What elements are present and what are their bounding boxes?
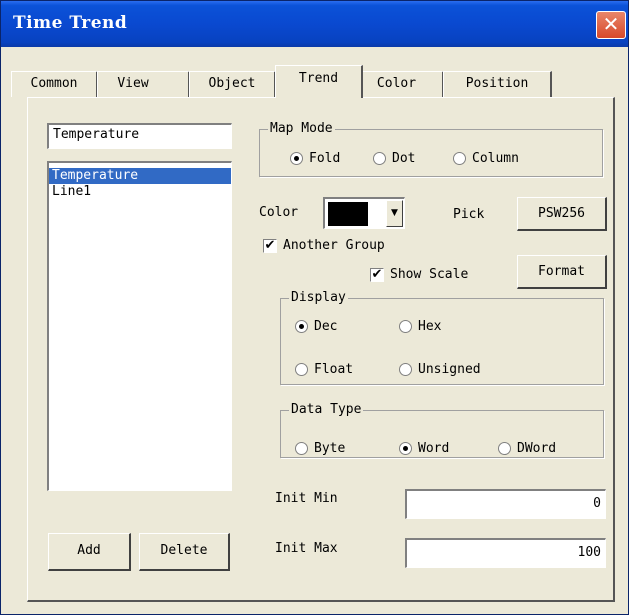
radio-label: Unsigned [418, 362, 481, 377]
map-mode-fold-radio[interactable]: Fold [290, 151, 340, 166]
format-button-label: Format [538, 264, 585, 279]
tab-position[interactable]: Position [443, 71, 552, 97]
radio-label: Dot [392, 151, 416, 166]
init-min-label: Init Min [275, 491, 338, 506]
line-list[interactable]: Temperature Line1 [47, 161, 232, 491]
line-name-input[interactable]: Temperature [47, 123, 232, 149]
chevron-down-icon[interactable]: ▼ [386, 200, 403, 227]
radio-unselected-icon [373, 152, 386, 165]
show-scale-checkbox[interactable]: ✔ Show Scale [370, 267, 468, 282]
display-dec-radio[interactable]: Dec [295, 319, 337, 334]
radio-label: DWord [517, 441, 557, 456]
radio-unselected-icon [295, 363, 308, 376]
delete-button-label: Delete [160, 543, 208, 558]
tab-label: Object [208, 76, 256, 91]
map-mode-dot-radio[interactable]: Dot [373, 151, 415, 166]
list-item[interactable]: Temperature [49, 168, 231, 184]
radio-unselected-icon [498, 442, 511, 455]
pick-psw-value: PSW256 [538, 206, 585, 221]
radio-unselected-icon [453, 152, 466, 165]
radio-label: Fold [309, 151, 341, 166]
add-button[interactable]: Add [48, 533, 131, 571]
tab-view[interactable]: View [97, 71, 190, 97]
delete-button[interactable]: Delete [139, 533, 230, 571]
radio-unselected-icon [295, 442, 308, 455]
radio-label: Word [418, 441, 450, 456]
display-unsigned-radio[interactable]: Unsigned [399, 362, 481, 377]
color-dropdown[interactable]: ▼ [323, 197, 405, 229]
data-type-dword-radio[interactable]: DWord [498, 441, 556, 456]
list-item-label: Line1 [52, 184, 92, 199]
close-icon: ✕ [602, 12, 620, 36]
time-trend-dialog: Time Trend ✕ Common View Object Trend Co… [0, 0, 629, 615]
tab-label: Color [376, 76, 417, 91]
tab-color[interactable]: Color [362, 71, 444, 97]
close-button[interactable]: ✕ [596, 11, 626, 39]
data-type-label: Data Type [289, 402, 364, 418]
init-min-value: 0 [593, 496, 601, 511]
checkmark-icon: ✔ [370, 266, 384, 282]
display-float-radio[interactable]: Float [295, 362, 353, 377]
data-type-word-radio[interactable]: Word [399, 441, 449, 456]
display-hex-radio[interactable]: Hex [399, 319, 441, 334]
radio-selected-icon [290, 152, 303, 165]
pick-label: Pick [453, 207, 485, 222]
add-button-label: Add [77, 543, 101, 558]
checkmark-icon: ✔ [263, 237, 277, 253]
radio-label: Dec [314, 319, 338, 334]
format-button[interactable]: Format [517, 255, 607, 289]
radio-unselected-icon [399, 320, 412, 333]
init-max-value: 100 [577, 545, 601, 560]
radio-unselected-icon [399, 363, 412, 376]
radio-label: Hex [418, 319, 442, 334]
tab-common[interactable]: Common [11, 71, 98, 97]
list-item[interactable]: Line1 [49, 184, 231, 200]
line-name-value: Temperature [53, 127, 140, 142]
radio-label: Float [314, 362, 354, 377]
color-swatch [328, 202, 368, 226]
tab-label: Trend [298, 71, 339, 86]
init-max-label: Init Max [275, 541, 338, 556]
another-group-label: Another Group [283, 238, 385, 253]
title-bar[interactable]: Time Trend ✕ [1, 1, 628, 47]
radio-selected-icon [399, 442, 412, 455]
tab-trend[interactable]: Trend [275, 65, 363, 98]
another-group-checkbox[interactable]: ✔ Another Group [263, 238, 385, 253]
radio-label: Byte [314, 441, 346, 456]
window-title: Time Trend [13, 13, 128, 33]
radio-selected-icon [295, 320, 308, 333]
pick-psw-button[interactable]: PSW256 [517, 197, 607, 231]
tab-label: View [117, 76, 149, 91]
map-mode-column-radio[interactable]: Column [453, 151, 519, 166]
show-scale-label: Show Scale [390, 267, 469, 282]
tab-label: Common [30, 76, 78, 91]
tab-object[interactable]: Object [189, 71, 276, 97]
display-label: Display [289, 290, 348, 306]
map-mode-label: Map Mode [268, 121, 335, 137]
color-label: Color [259, 205, 299, 220]
list-item-label: Temperature [52, 168, 139, 183]
radio-label: Column [472, 151, 519, 166]
init-max-input[interactable]: 100 [405, 538, 606, 568]
data-type-byte-radio[interactable]: Byte [295, 441, 345, 456]
init-min-input[interactable]: 0 [405, 489, 606, 519]
tab-label: Position [465, 76, 529, 91]
